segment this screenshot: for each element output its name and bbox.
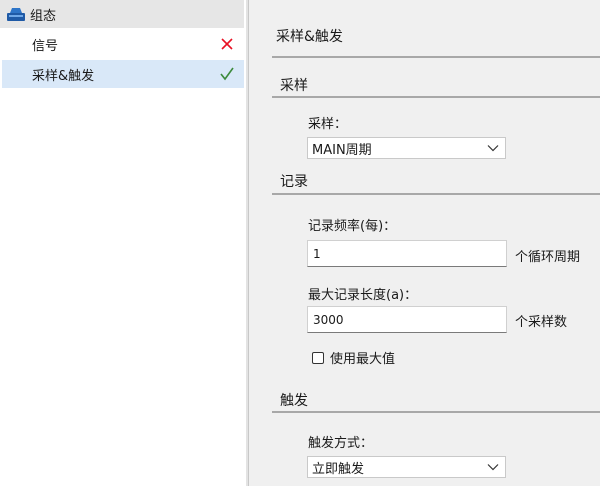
max-length-input[interactable]: 3000 xyxy=(307,306,507,333)
record-rate-input[interactable]: 1 xyxy=(307,240,507,267)
max-length-value: 3000 xyxy=(313,312,344,327)
sampling-select-value: MAIN周期 xyxy=(312,142,372,158)
checkbox-box[interactable] xyxy=(312,351,324,364)
trigger-mode-value: 立即触发 xyxy=(312,461,365,477)
trigger-mode-select[interactable]: 立即触发 xyxy=(307,456,506,478)
section-title-trigger: 触发 xyxy=(280,393,308,409)
check-icon xyxy=(220,67,234,81)
record-rate-label: 记录频率(每)： xyxy=(308,219,397,234)
max-length-unit: 个采样数 xyxy=(515,315,568,330)
recording-divider xyxy=(272,193,600,195)
sampling-divider xyxy=(272,96,600,98)
tree-item-label: 信号 xyxy=(32,38,59,54)
title-divider xyxy=(272,56,600,58)
use-max-checkbox[interactable]: 使用最大值 xyxy=(312,348,395,367)
error-x-icon xyxy=(221,38,233,50)
settings-panel: 采样&触发 采样 采样： MAIN周期 记录 记录频率(每)： 1 个循环周期 … xyxy=(249,0,600,486)
max-length-label: 最大记录长度(a)： xyxy=(308,288,418,303)
sampling-label: 采样： xyxy=(308,117,348,132)
record-rate-value: 1 xyxy=(313,246,321,261)
trigger-mode-label: 触发方式： xyxy=(308,436,374,451)
chevron-down-icon xyxy=(487,464,499,471)
configuration-tree-panel: 组态 信号 采样&触发 xyxy=(0,0,247,486)
tree-item-sampling-trigger[interactable]: 采样&触发 xyxy=(2,60,244,88)
tree-item-signals[interactable]: 信号 xyxy=(2,30,244,58)
page-title: 采样&触发 xyxy=(276,29,343,45)
section-title-recording: 记录 xyxy=(280,174,308,190)
section-title-sampling: 采样 xyxy=(280,78,308,94)
chevron-down-icon xyxy=(487,145,499,152)
record-rate-unit: 个循环周期 xyxy=(515,250,581,265)
tree-root-label: 组态 xyxy=(30,8,57,24)
use-max-label: 使用最大值 xyxy=(330,352,396,367)
configuration-icon xyxy=(7,8,25,21)
trigger-divider xyxy=(272,411,600,413)
tree-root-configuration[interactable]: 组态 xyxy=(0,0,244,28)
sampling-select[interactable]: MAIN周期 xyxy=(307,137,506,159)
tree-item-label: 采样&触发 xyxy=(32,68,95,84)
